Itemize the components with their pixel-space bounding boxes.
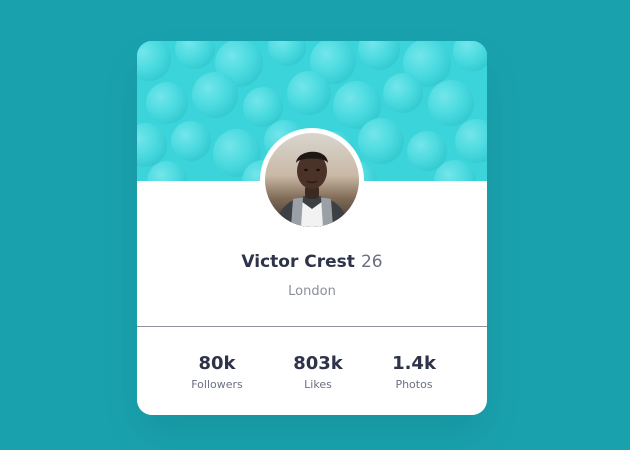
profile-name: Victor Crest — [241, 252, 355, 272]
stat-label: Likes — [304, 378, 332, 391]
stat-label: Followers — [191, 378, 243, 391]
stat-followers: 80k Followers — [167, 353, 267, 393]
name-row: Victor Crest 26 — [137, 252, 487, 272]
profile-age: 26 — [360, 252, 383, 272]
stat-likes: 803k Likes — [268, 353, 368, 393]
stat-value: 80k — [198, 353, 236, 374]
profile-card: Victor Crest 26 London 80k Followers 803k… — [137, 41, 487, 415]
avatar — [260, 128, 364, 232]
divider — [137, 326, 487, 327]
stat-photos: 1.4k Photos — [364, 353, 464, 393]
profile-photo — [265, 133, 359, 227]
stat-value: 803k — [293, 353, 343, 374]
profile-location: London — [288, 284, 336, 299]
stat-value: 1.4k — [392, 353, 436, 374]
stat-label: Photos — [395, 378, 433, 391]
